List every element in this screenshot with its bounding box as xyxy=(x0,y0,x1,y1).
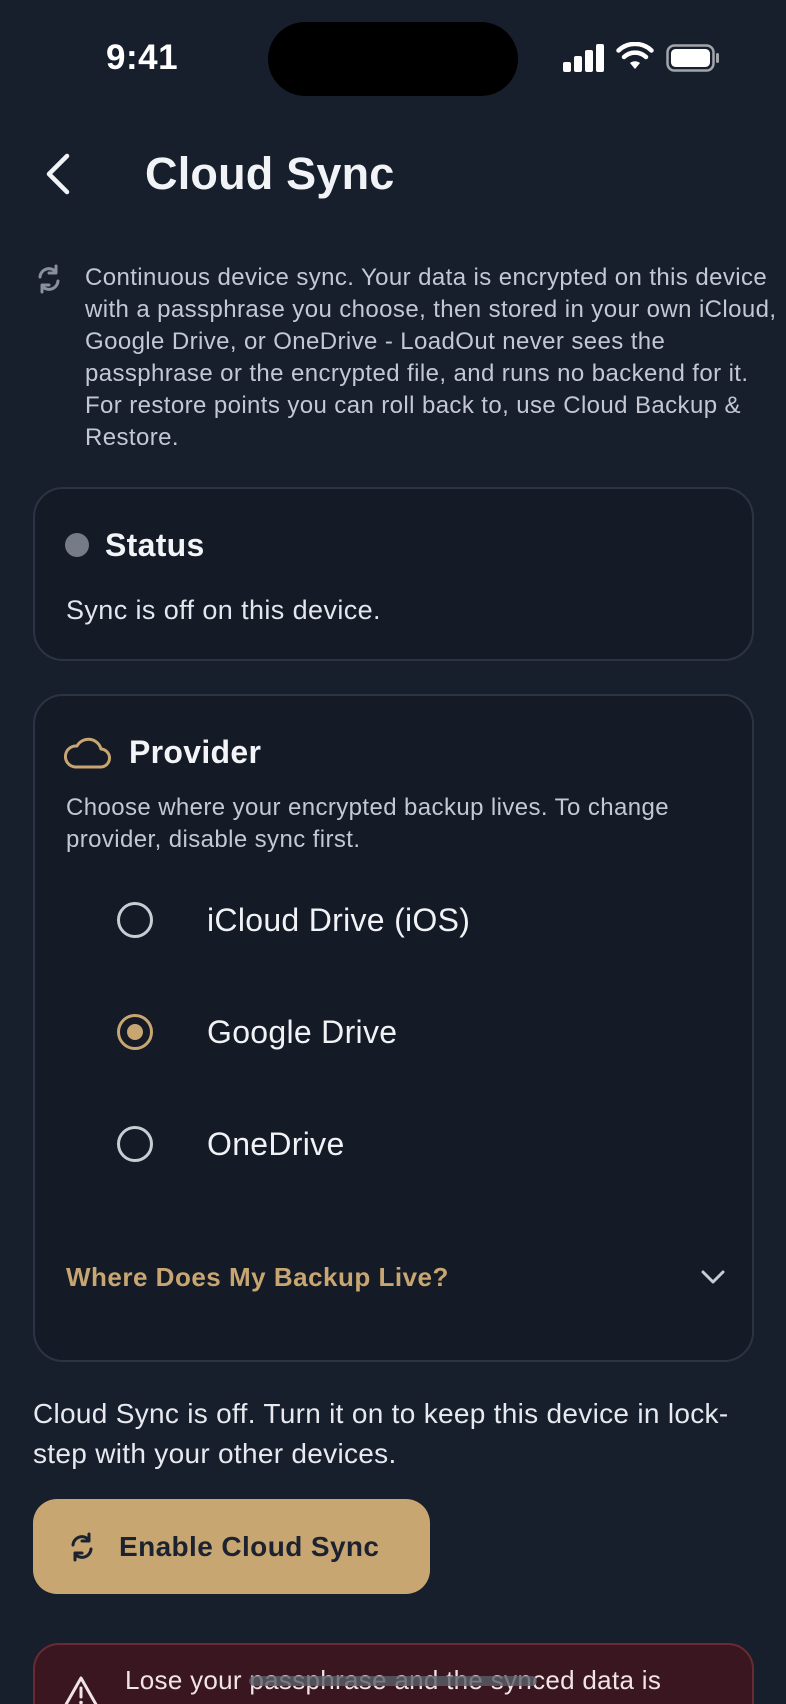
sync-off-message: Cloud Sync is off. Turn it on to keep th… xyxy=(33,1398,729,1469)
enable-button-label: Enable Cloud Sync xyxy=(119,1530,380,1562)
provider-option-icloud[interactable]: iCloud Drive (iOS) xyxy=(117,880,717,960)
sync-icon xyxy=(71,1532,93,1561)
expander-label: Where Does My Backup Live? xyxy=(66,1261,449,1292)
sync-icon xyxy=(38,264,60,294)
status-bar: 9:41 xyxy=(0,0,786,110)
battery-icon xyxy=(666,44,719,72)
cloud-icon xyxy=(63,737,111,769)
provider-label-icloud: iCloud Drive (iOS) xyxy=(207,901,471,938)
provider-option-onedrive[interactable]: OneDrive xyxy=(117,1104,717,1184)
wifi-icon xyxy=(616,42,654,69)
cellular-signal-icon xyxy=(563,44,605,72)
page-title: Cloud Sync xyxy=(145,148,395,199)
passphrase-warning-card: Lose your passphrase and the synced data… xyxy=(33,1643,754,1704)
backup-location-expander[interactable]: Where Does My Backup Live? xyxy=(66,1252,726,1302)
home-indicator xyxy=(249,1676,537,1686)
radio-google-drive[interactable] xyxy=(117,1014,153,1050)
radio-icloud[interactable] xyxy=(117,902,153,938)
chevron-left-icon xyxy=(46,153,70,195)
provider-title: Provider xyxy=(129,734,262,770)
provider-label-google-drive: Google Drive xyxy=(207,1013,398,1050)
status-time: 9:41 xyxy=(106,38,179,77)
provider-description: Choose where your encrypted backup lives… xyxy=(66,794,669,853)
dynamic-island xyxy=(268,22,518,96)
back-button[interactable] xyxy=(36,148,80,200)
status-card: Status Sync is off on this device. xyxy=(33,487,754,661)
provider-label-onedrive: OneDrive xyxy=(207,1125,345,1162)
status-indicator-icon xyxy=(65,533,89,557)
status-text: Sync is off on this device. xyxy=(66,595,381,625)
enable-cloud-sync-button[interactable]: Enable Cloud Sync xyxy=(33,1499,430,1594)
provider-option-google-drive[interactable]: Google Drive xyxy=(117,992,717,1072)
status-title: Status xyxy=(105,527,205,563)
intro-text: Continuous device sync. Your data is enc… xyxy=(85,264,777,451)
chevron-down-icon xyxy=(701,1270,725,1284)
radio-onedrive[interactable] xyxy=(117,1126,153,1162)
warning-triangle-icon xyxy=(64,1676,98,1704)
cloud-sync-screen: 9:41 Cloud Sync Continuous device sync. … xyxy=(0,0,786,1704)
